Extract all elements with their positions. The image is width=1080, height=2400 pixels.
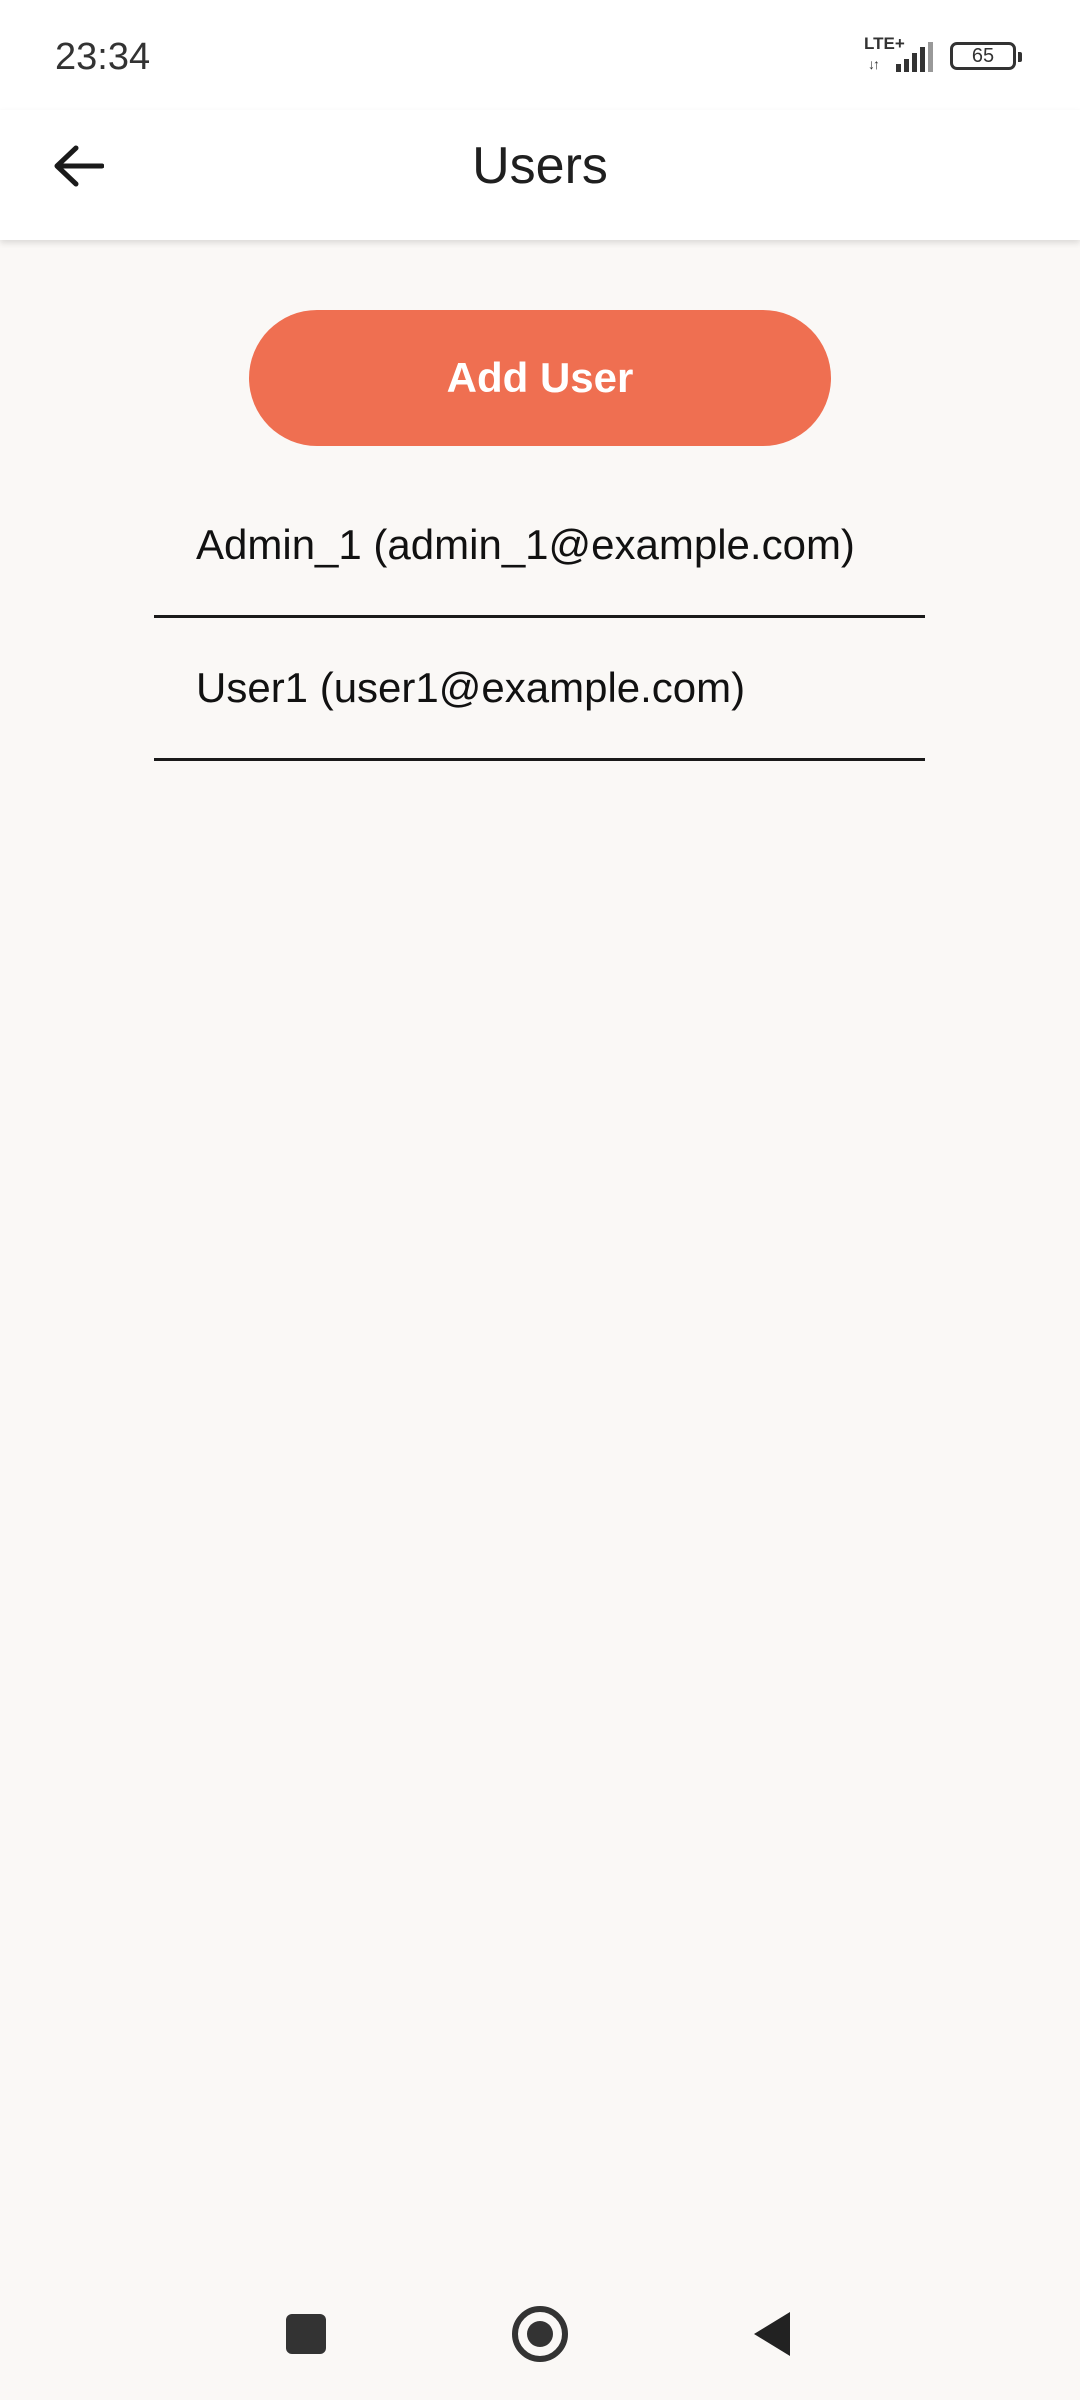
add-user-button[interactable]: Add User (249, 310, 831, 446)
user-label: User1 (user1@example.com) (196, 664, 746, 711)
user-list: Admin_1 (admin_1@example.com) User1 (use… (154, 475, 925, 761)
page-title: Users (472, 137, 608, 195)
status-icons: LTE+ ↓↑ 65 (864, 34, 1022, 76)
recents-square-icon[interactable] (286, 2314, 326, 2354)
system-nav-bar (0, 2270, 1080, 2400)
home-dot (527, 2321, 553, 2347)
battery-icon: 65 (950, 42, 1022, 70)
signal-icon (896, 42, 933, 72)
status-bar: 23:34 LTE+ ↓↑ 65 (0, 0, 1080, 110)
user-label: Admin_1 (admin_1@example.com) (196, 521, 855, 568)
battery-level: 65 (971, 44, 995, 67)
list-item[interactable]: Admin_1 (admin_1@example.com) (154, 475, 925, 618)
data-arrows-icon: ↓↑ (868, 56, 880, 72)
list-item[interactable]: User1 (user1@example.com) (154, 618, 925, 761)
home-circle-icon[interactable] (512, 2306, 568, 2362)
back-triangle-icon[interactable] (752, 2310, 792, 2358)
status-time: 23:34 (55, 36, 151, 78)
network-indicator: LTE+ ↓↑ (864, 34, 936, 76)
app-bar: Users (0, 110, 1080, 240)
